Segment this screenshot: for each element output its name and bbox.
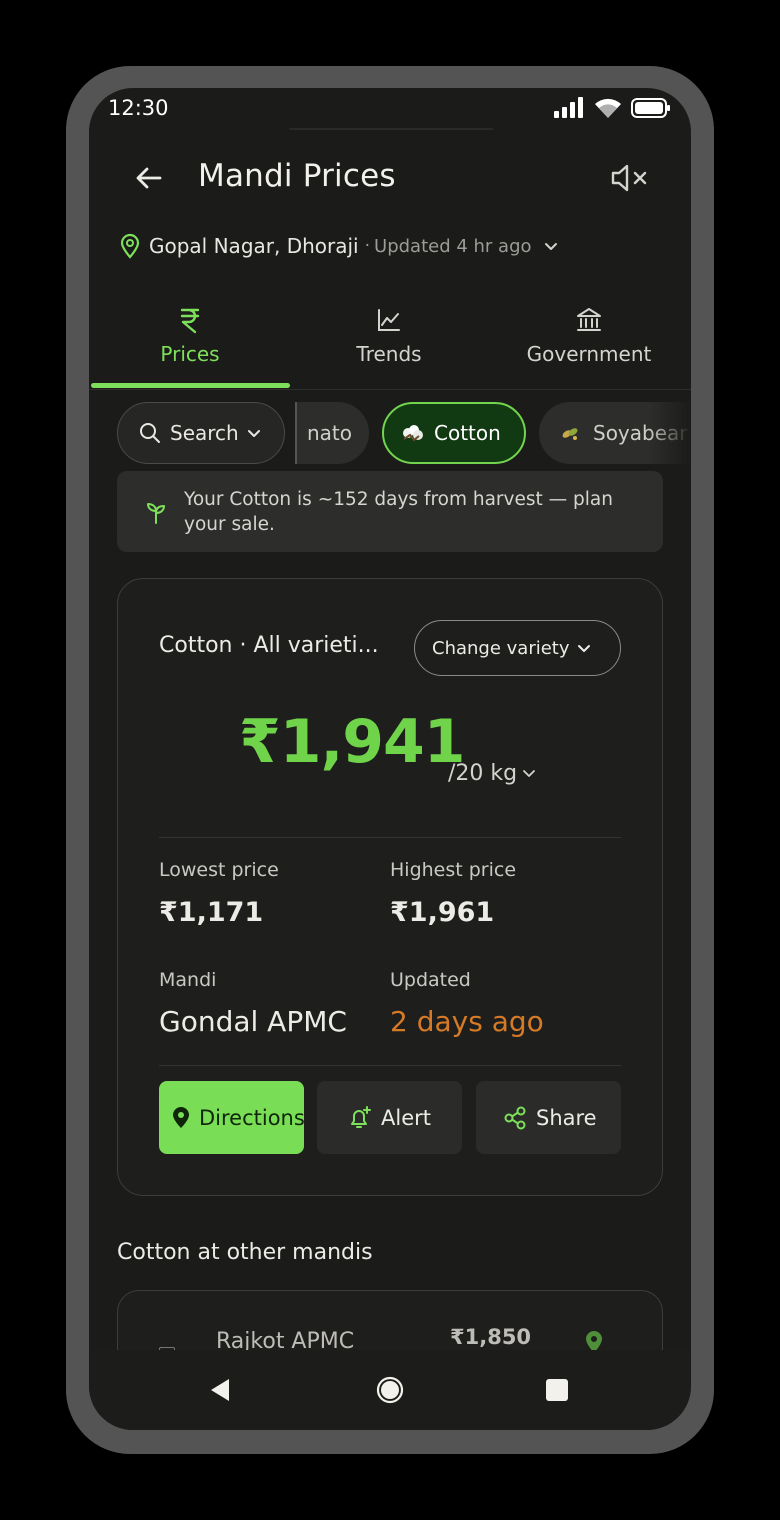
speaker-muted-icon bbox=[611, 164, 647, 192]
share-label: Share bbox=[536, 1105, 597, 1130]
mandi-label: Mandi bbox=[159, 969, 217, 991]
chip-row-fade bbox=[649, 402, 691, 464]
chevron-down-icon bbox=[544, 243, 557, 250]
change-variety-label: Change variety bbox=[432, 637, 570, 659]
status-icons bbox=[553, 97, 671, 119]
sprout-icon bbox=[147, 503, 165, 524]
cotton-icon bbox=[403, 425, 423, 442]
location-pin-icon bbox=[173, 1106, 189, 1128]
price-unit-selector[interactable]: /20 kg bbox=[448, 761, 538, 786]
arrow-left-icon bbox=[136, 167, 162, 189]
harvest-banner-text: Your Cotton is ~152 days from harvest — … bbox=[184, 489, 613, 535]
wifi-icon bbox=[595, 98, 621, 118]
highest-price-value: ₹1,961 bbox=[390, 897, 495, 928]
nav-recents-button[interactable] bbox=[537, 1370, 577, 1410]
chevron-down-icon bbox=[247, 430, 260, 437]
card-divider bbox=[159, 1065, 621, 1066]
bell-add-icon bbox=[351, 1105, 371, 1128]
mandi-value: Gondal APMC bbox=[159, 1005, 347, 1038]
alert-label: Alert bbox=[381, 1105, 431, 1130]
crop-search-chip[interactable]: Search bbox=[117, 402, 285, 464]
modal-price: ₹1,941 bbox=[239, 707, 466, 777]
lowest-price-value: ₹1,171 bbox=[159, 897, 264, 928]
status-bar: 12:30 bbox=[89, 88, 691, 132]
crop-chip-tomato[interactable]: nato bbox=[295, 402, 369, 464]
updated-label: Updated bbox=[390, 969, 471, 991]
circle-home-icon bbox=[376, 1376, 404, 1404]
phone-screen: 12:30 Mandi Prices Gopal Nagar, Dhoraji … bbox=[89, 88, 691, 1430]
crop-chip-cotton-label: Cotton bbox=[434, 421, 501, 445]
location-name: Gopal Nagar, Dhoraji bbox=[149, 234, 359, 258]
status-time: 12:30 bbox=[108, 96, 169, 120]
share-icon bbox=[504, 1106, 526, 1129]
crop-search-label: Search bbox=[170, 421, 239, 445]
location-selector[interactable]: Gopal Nagar, Dhoraji · Updated 4 hr ago bbox=[119, 232, 564, 260]
directions-button[interactable]: Directions bbox=[159, 1081, 304, 1154]
triangle-back-icon bbox=[211, 1379, 229, 1401]
chevron-down-icon bbox=[577, 645, 590, 652]
other-mandis-title: Cotton at other mandis bbox=[117, 1240, 373, 1265]
notch-divider bbox=[289, 128, 493, 130]
location-pin-icon bbox=[120, 233, 140, 259]
tab-trends[interactable]: Trends bbox=[289, 302, 489, 390]
mandi-price: ₹1,850 bbox=[450, 1325, 532, 1349]
nav-home-button[interactable] bbox=[370, 1370, 410, 1410]
tab-government-label: Government bbox=[526, 342, 652, 366]
tab-government[interactable]: Government bbox=[489, 302, 689, 390]
page-title: Mandi Prices bbox=[198, 158, 396, 194]
chevron-down-icon bbox=[523, 769, 536, 777]
battery-icon bbox=[631, 98, 670, 118]
bank-icon bbox=[577, 308, 601, 331]
lowest-price-label: Lowest price bbox=[159, 859, 279, 881]
highest-price-label: Highest price bbox=[390, 859, 517, 881]
back-button[interactable] bbox=[133, 162, 165, 194]
mute-button[interactable] bbox=[609, 162, 651, 194]
crop-chip-cotton[interactable]: Cotton bbox=[382, 402, 526, 464]
harvest-banner: Your Cotton is ~152 days from harvest — … bbox=[117, 471, 663, 552]
updated-value: 2 days ago bbox=[390, 1005, 544, 1038]
location-updated: Updated 4 hr ago bbox=[374, 235, 532, 257]
search-icon bbox=[140, 423, 160, 443]
alert-button[interactable]: Alert bbox=[317, 1081, 462, 1154]
line-chart-icon bbox=[378, 309, 400, 331]
crop-chip-tomato-label: nato bbox=[307, 421, 353, 445]
tab-prices[interactable]: Prices bbox=[90, 302, 290, 390]
share-button[interactable]: Share bbox=[476, 1081, 621, 1154]
card-divider bbox=[159, 837, 621, 838]
system-nav-bar bbox=[89, 1350, 691, 1430]
rupee-icon bbox=[180, 308, 200, 334]
price-unit-label: /20 kg bbox=[448, 761, 518, 786]
variety-title: Cotton · All varieti... bbox=[159, 633, 379, 658]
crop-chip-row: Search nato Cotton Soyabear bbox=[89, 402, 691, 464]
change-variety-button[interactable]: Change variety bbox=[414, 620, 621, 676]
square-recents-icon bbox=[546, 1379, 568, 1401]
tab-trends-label: Trends bbox=[356, 342, 422, 366]
soybean-icon bbox=[562, 428, 578, 440]
active-tab-indicator bbox=[91, 383, 290, 388]
directions-label: Directions bbox=[199, 1105, 304, 1130]
price-card: Cotton · All varieti... Change variety ₹… bbox=[117, 578, 663, 1196]
tab-prices-label: Prices bbox=[160, 342, 220, 366]
nav-back-button[interactable] bbox=[200, 1370, 240, 1410]
app-header: Mandi Prices bbox=[89, 150, 691, 206]
location-separator: · bbox=[364, 236, 371, 256]
tab-bar: Prices Trends Government bbox=[89, 302, 691, 390]
signal-icon bbox=[554, 97, 583, 118]
